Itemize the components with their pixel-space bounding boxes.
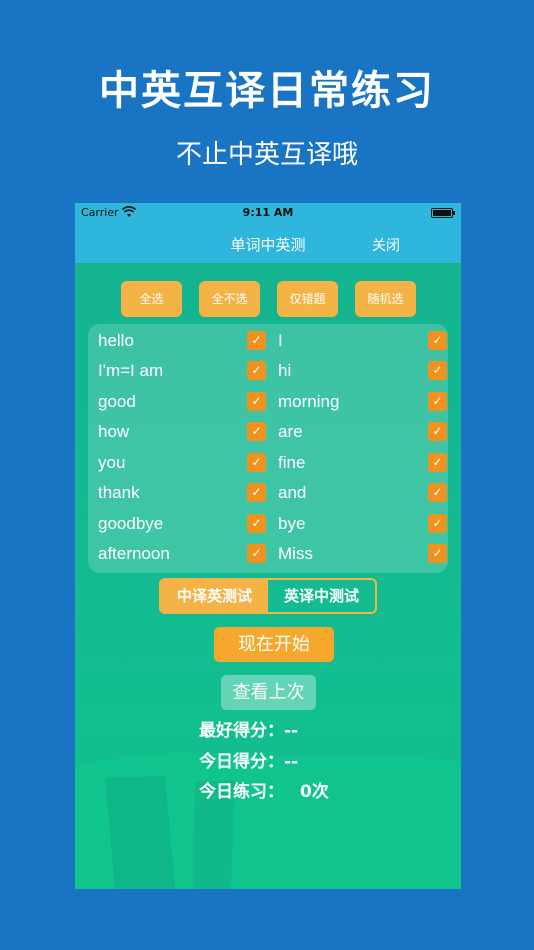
- promo-title: 中英互译日常练习: [99, 68, 435, 114]
- word-checkbox[interactable]: ✓: [247, 422, 266, 441]
- status-bar: Carrier 9:11 AM: [75, 203, 461, 223]
- word-label: thank: [98, 483, 140, 502]
- best-score-value: --: [284, 721, 299, 741]
- word-label: bye: [278, 514, 306, 533]
- best-score-label: 最好得分：: [199, 721, 284, 741]
- word-label: I'm=I am: [98, 361, 164, 380]
- today-score: 今日得分：--: [199, 747, 298, 772]
- word-checkbox[interactable]: ✓: [247, 453, 266, 472]
- word-label: goodbye: [98, 514, 164, 533]
- word-label: morning: [278, 392, 340, 411]
- word-checkbox[interactable]: ✓: [428, 514, 447, 533]
- word-item[interactable]: how ✓: [98, 419, 273, 445]
- promo-subtitle: 不止中英互译哦: [175, 140, 358, 170]
- word-checkbox[interactable]: ✓: [428, 331, 447, 350]
- today-practice-label: 今日练习：: [199, 782, 284, 802]
- phone-screen: Carrier 9:11 AM 单词中英测 关闭 全选 全不选 仅错题 随机选 …: [75, 203, 461, 889]
- mode-en-to-cn[interactable]: 英译中测试: [268, 580, 375, 612]
- word-label: hello: [98, 331, 134, 350]
- best-score: 最好得分：--: [199, 716, 298, 741]
- word-checkbox[interactable]: ✓: [247, 514, 266, 533]
- word-checkbox[interactable]: ✓: [247, 483, 266, 502]
- random-select-button[interactable]: 随机选: [355, 281, 416, 317]
- word-list-panel: hello ✓ I ✓ I'm=I am ✓ hi ✓ good ✓ morni…: [88, 324, 448, 573]
- word-label: and: [278, 483, 307, 502]
- word-item[interactable]: hi ✓: [278, 358, 453, 384]
- nav-title: 单词中英测: [230, 236, 306, 254]
- today-practice-value: 0次: [300, 782, 329, 802]
- filter-toolbar: 全选 全不选 仅错题 随机选: [75, 281, 461, 317]
- word-checkbox[interactable]: ✓: [428, 422, 447, 441]
- word-checkbox[interactable]: ✓: [247, 361, 266, 380]
- test-mode-toggle: 中译英测试 英译中测试: [159, 578, 377, 614]
- word-checkbox[interactable]: ✓: [247, 392, 266, 411]
- start-button[interactable]: 现在开始: [214, 627, 334, 662]
- word-item[interactable]: afternoon ✓: [98, 541, 273, 567]
- today-score-value: --: [284, 752, 299, 772]
- word-checkbox[interactable]: ✓: [428, 544, 447, 563]
- battery-icon: [431, 208, 455, 218]
- word-item[interactable]: morning ✓: [278, 389, 453, 415]
- word-item[interactable]: I'm=I am ✓: [98, 358, 273, 384]
- word-checkbox[interactable]: ✓: [428, 361, 447, 380]
- wrong-only-button[interactable]: 仅错题: [277, 281, 338, 317]
- word-label: are: [278, 422, 303, 441]
- nav-bar: 单词中英测 关闭: [75, 223, 461, 263]
- word-label: how: [98, 422, 130, 441]
- word-label: Miss: [278, 544, 313, 563]
- word-checkbox[interactable]: ✓: [247, 544, 266, 563]
- word-label: good: [98, 392, 136, 411]
- word-label: hi: [278, 361, 292, 380]
- word-label: afternoon: [98, 544, 170, 563]
- status-time: 9:11 AM: [242, 206, 294, 219]
- word-checkbox[interactable]: ✓: [428, 392, 447, 411]
- word-checkbox[interactable]: ✓: [247, 331, 266, 350]
- word-label: you: [98, 453, 126, 472]
- word-checkbox[interactable]: ✓: [428, 483, 447, 502]
- word-item[interactable]: fine ✓: [278, 450, 453, 476]
- word-item[interactable]: are ✓: [278, 419, 453, 445]
- word-item[interactable]: goodbye ✓: [98, 511, 273, 537]
- word-item[interactable]: good ✓: [98, 389, 273, 415]
- select-none-button[interactable]: 全不选: [199, 281, 260, 317]
- today-score-label: 今日得分：: [199, 752, 284, 772]
- word-item[interactable]: I ✓: [278, 328, 453, 354]
- view-last-button[interactable]: 查看上次: [221, 675, 316, 710]
- word-label: I: [278, 331, 283, 350]
- word-checkbox[interactable]: ✓: [428, 453, 447, 472]
- word-item[interactable]: bye ✓: [278, 511, 453, 537]
- close-button[interactable]: 关闭: [372, 235, 400, 255]
- word-label: fine: [278, 453, 306, 472]
- word-item[interactable]: and ✓: [278, 480, 453, 506]
- select-all-button[interactable]: 全选: [121, 281, 182, 317]
- word-item[interactable]: you ✓: [98, 450, 273, 476]
- word-item[interactable]: hello ✓: [98, 328, 273, 354]
- word-item[interactable]: thank ✓: [98, 480, 273, 506]
- today-practice: 今日练习： 0次: [199, 777, 329, 802]
- word-item[interactable]: Miss ✓: [278, 541, 453, 567]
- mode-cn-to-en[interactable]: 中译英测试: [161, 580, 268, 612]
